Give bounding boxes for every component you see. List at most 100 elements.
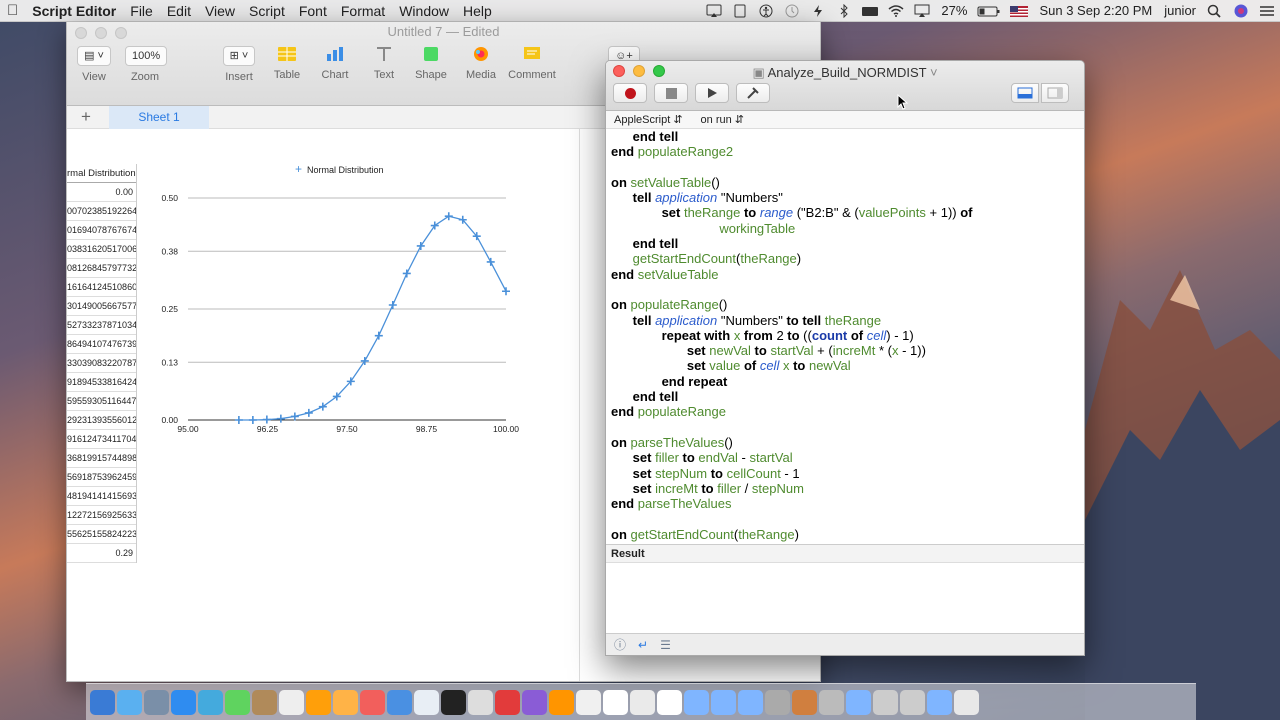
folder-icon[interactable] <box>711 689 736 715</box>
show-inspector-button[interactable] <box>1041 83 1069 103</box>
table-cell[interactable]: 00702385192264 <box>67 202 136 221</box>
bluetooth-icon[interactable] <box>835 3 853 18</box>
show-log-button[interactable] <box>1011 83 1039 103</box>
chart-button[interactable]: Chart <box>317 46 353 81</box>
table-cell[interactable]: 56918753962459 <box>67 468 136 487</box>
menu-help[interactable]: Help <box>456 0 499 22</box>
table-cell[interactable]: 59559305116447 <box>67 392 136 411</box>
keyboard-icon[interactable] <box>861 4 879 18</box>
zoom-control[interactable]: 100% Zoom <box>125 46 168 83</box>
numbers-doc-icon[interactable] <box>576 689 601 715</box>
shape-button[interactable]: Shape <box>413 46 449 81</box>
preview-icon[interactable] <box>144 689 169 715</box>
disk-icon[interactable] <box>819 689 844 715</box>
calendar-icon[interactable] <box>279 689 304 715</box>
table-cell[interactable]: 0.29 <box>67 544 136 563</box>
language-selector[interactable]: AppleScript ⇵ <box>614 113 683 126</box>
screen-mirroring-icon[interactable] <box>705 4 723 18</box>
apple-menu-icon[interactable]:  <box>0 0 25 22</box>
add-sheet-icon[interactable]: + <box>81 107 91 127</box>
terminal-icon[interactable] <box>414 689 439 715</box>
title-chevron-icon[interactable]: ˅ <box>926 65 938 80</box>
airplay-icon[interactable] <box>913 4 931 18</box>
numbers-doc-icon[interactable] <box>603 689 628 715</box>
table-cell[interactable]: 29231393556012 <box>67 411 136 430</box>
installer-icon[interactable] <box>900 689 925 715</box>
run-button[interactable] <box>695 83 729 103</box>
table-cell[interactable]: 48194141415693 <box>67 487 136 506</box>
messages-icon[interactable] <box>198 689 223 715</box>
table-cell[interactable]: 33039083220787 <box>67 354 136 373</box>
table-cell[interactable]: 36819915744898 <box>67 449 136 468</box>
view-button[interactable]: ▤ ˅ View <box>77 46 111 83</box>
safari-icon[interactable] <box>171 689 196 715</box>
media-button[interactable]: Media <box>461 46 501 81</box>
folder-icon[interactable] <box>738 689 763 715</box>
table-button[interactable]: Table <box>269 46 305 81</box>
flag-icon[interactable] <box>1009 4 1029 18</box>
power-icon[interactable] <box>809 4 827 18</box>
numbers-doc-icon[interactable] <box>657 689 682 715</box>
tab-sheet-1[interactable]: Sheet 1 <box>109 106 209 129</box>
compile-button[interactable] <box>736 83 770 103</box>
battery-icon[interactable] <box>977 4 1001 18</box>
notification-center-icon[interactable] <box>1258 4 1276 18</box>
table-cell[interactable]: 0.00 <box>67 183 136 202</box>
list-icon[interactable]: ☰ <box>660 638 671 652</box>
table-cell[interactable]: 52733237871034 <box>67 316 136 335</box>
table-header-cell[interactable]: rmal Distribution <box>67 164 136 183</box>
script-editor-text[interactable]: end tell end populateRange2 on setValueTa… <box>606 129 1084 542</box>
safari-tech-icon[interactable] <box>441 689 466 715</box>
folder-icon[interactable] <box>846 689 871 715</box>
menu-clock[interactable]: Sun 3 Sep 2:20 PM <box>1033 0 1158 22</box>
wifi-icon[interactable] <box>887 4 905 18</box>
menu-window[interactable]: Window <box>392 0 456 22</box>
info-icon[interactable]: ⓘ <box>614 636 626 653</box>
menu-file[interactable]: File <box>123 0 160 22</box>
reply-icon[interactable]: ↵ <box>638 638 648 652</box>
record-button[interactable] <box>613 83 647 103</box>
trash-icon[interactable] <box>954 689 979 715</box>
finder-icon[interactable] <box>90 689 115 715</box>
menu-format[interactable]: Format <box>334 0 392 22</box>
table-cell[interactable]: 55625155824223 <box>67 525 136 544</box>
menu-edit[interactable]: Edit <box>160 0 198 22</box>
table-cell[interactable]: 86494107476739 <box>67 335 136 354</box>
data-table[interactable]: rmal Distribution 0.00 00702385192264 0169… <box>67 164 137 563</box>
normal-distribution-chart[interactable]: + Normal Distribution 0.50 0.38 0.25 0.13 0.00… <box>137 132 582 442</box>
calculator-icon[interactable] <box>468 689 493 715</box>
stop-button[interactable] <box>654 83 688 103</box>
vlc-icon[interactable] <box>549 689 574 715</box>
spotlight-search-icon[interactable] <box>1206 4 1224 18</box>
keynote-icon[interactable] <box>387 689 412 715</box>
chrome-icon[interactable] <box>306 689 331 715</box>
zoom-value[interactable]: 100% <box>125 46 168 66</box>
sketch-icon[interactable] <box>522 689 547 715</box>
table-cell[interactable]: 12272156925633 <box>67 506 136 525</box>
menu-user[interactable]: junior <box>1158 0 1202 22</box>
installer-icon[interactable] <box>873 689 898 715</box>
app-store-icon[interactable] <box>117 689 142 715</box>
notes-icon[interactable] <box>252 689 277 715</box>
table-cell[interactable]: 16164124510860 <box>67 278 136 297</box>
table-cell[interactable]: 30149005667577 <box>67 297 136 316</box>
siri-icon[interactable] <box>1232 4 1250 18</box>
handler-selector[interactable]: on run ⇵ <box>701 113 744 126</box>
result-tab[interactable]: Result <box>606 544 1084 563</box>
table-cell[interactable]: 01694078767674 <box>67 221 136 240</box>
comment-button[interactable]: Comment <box>507 46 557 81</box>
folder-icon[interactable] <box>684 689 709 715</box>
insert-button[interactable]: ⊞ ˅ Insert <box>221 46 257 83</box>
table-cell[interactable]: 03831620517006 <box>67 240 136 259</box>
numbers-doc-icon[interactable] <box>630 689 655 715</box>
clipboard-icon[interactable] <box>731 4 749 18</box>
time-machine-icon[interactable] <box>783 4 801 18</box>
result-area[interactable] <box>606 563 1084 635</box>
table-cell[interactable]: 08126845797732 <box>67 259 136 278</box>
bbedit-icon[interactable] <box>225 689 250 715</box>
pdf-icon[interactable] <box>792 689 817 715</box>
menu-app-name[interactable]: Script Editor <box>25 0 123 22</box>
ibooks-icon[interactable] <box>333 689 358 715</box>
drive-icon[interactable] <box>927 689 952 715</box>
itunes-icon[interactable] <box>360 689 385 715</box>
